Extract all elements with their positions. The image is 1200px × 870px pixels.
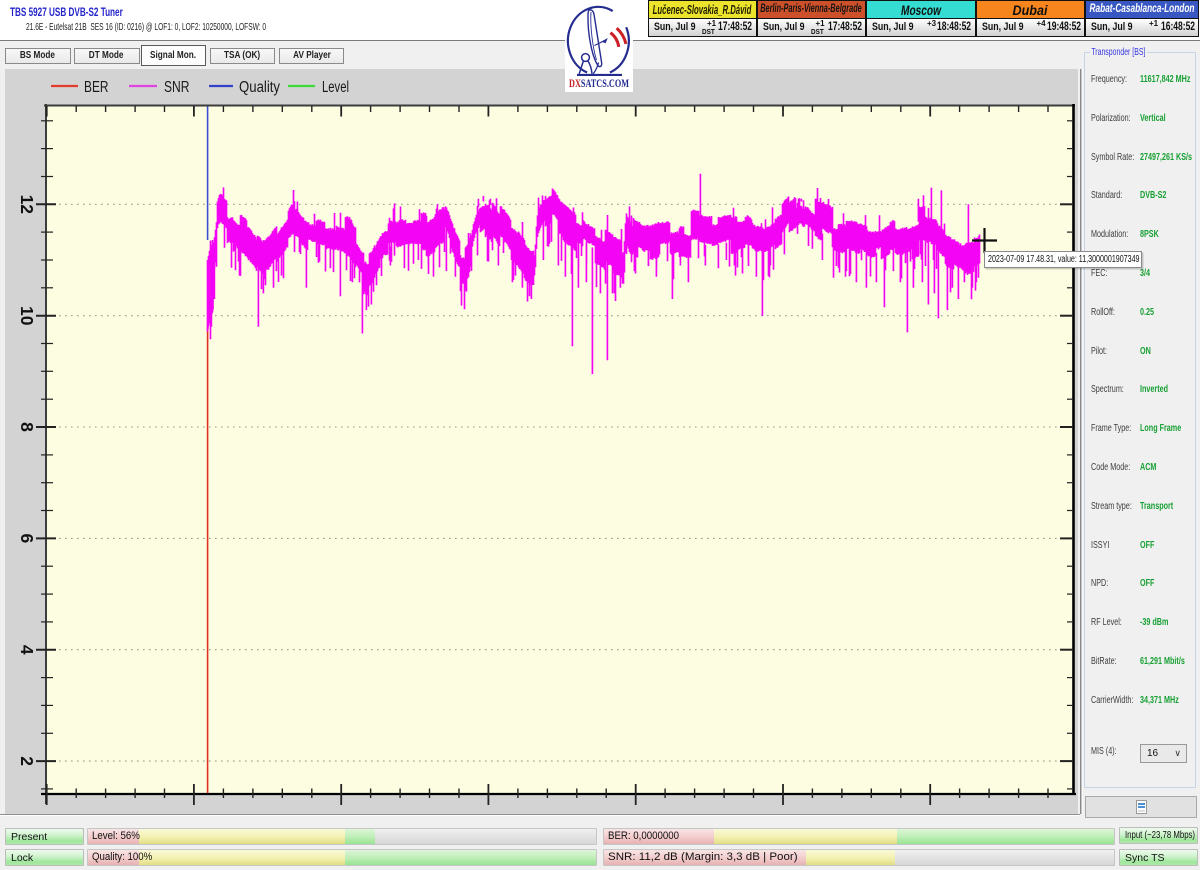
svg-text:8: 8: [17, 422, 37, 432]
svg-text:Level: Level: [322, 79, 349, 96]
svg-text:BER: BER: [84, 79, 109, 96]
svg-text:DXSATCS.COM: DXSATCS.COM: [569, 78, 629, 90]
svg-text:10: 10: [17, 306, 37, 326]
svg-text:6: 6: [17, 534, 37, 544]
svg-text:SNR: SNR: [164, 79, 190, 96]
svg-text:Quality: Quality: [239, 79, 280, 96]
svg-text:2: 2: [17, 756, 37, 766]
svg-text:4: 4: [17, 645, 37, 655]
svg-text:12: 12: [17, 195, 37, 215]
